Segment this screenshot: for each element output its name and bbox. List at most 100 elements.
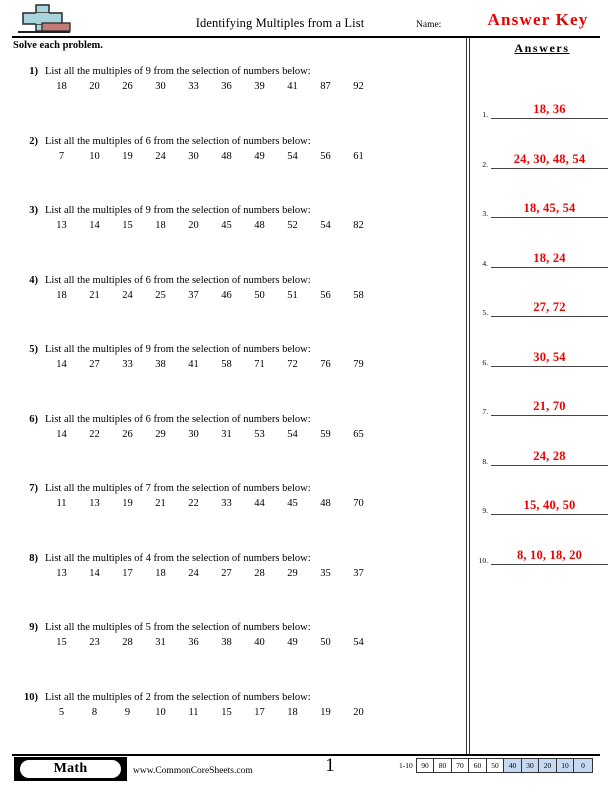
problem-number-choice[interactable]: 48 — [210, 151, 243, 162]
problem-number-choice[interactable]: 72 — [276, 359, 309, 370]
problem-number-choice[interactable]: 82 — [342, 220, 375, 231]
problem-number-choice[interactable]: 25 — [144, 290, 177, 301]
problem-number-choice[interactable]: 13 — [78, 498, 111, 509]
problem-number-choice[interactable]: 58 — [342, 290, 375, 301]
problem-number-choice[interactable]: 10 — [144, 707, 177, 718]
problem-number-choice[interactable]: 28 — [111, 637, 144, 648]
problem-number-choice[interactable]: 9 — [111, 707, 144, 718]
problem-number-choice[interactable]: 59 — [309, 429, 342, 440]
problem-number-choice[interactable]: 8 — [78, 707, 111, 718]
problem-number-choice[interactable]: 71 — [243, 359, 276, 370]
problem-number-choice[interactable]: 18 — [45, 81, 78, 92]
problem-number-choice[interactable]: 39 — [243, 81, 276, 92]
problem-number-choice[interactable]: 52 — [276, 220, 309, 231]
problem-number-choice[interactable]: 54 — [342, 637, 375, 648]
problem-number-choice[interactable]: 29 — [276, 568, 309, 579]
problem-number-choice[interactable]: 14 — [45, 359, 78, 370]
problem-number-choice[interactable]: 27 — [210, 568, 243, 579]
problem-number-choice[interactable]: 48 — [309, 498, 342, 509]
problem-number-choice[interactable]: 28 — [243, 568, 276, 579]
problem-number-choice[interactable]: 23 — [78, 637, 111, 648]
problem-number-choice[interactable]: 46 — [210, 290, 243, 301]
problem-number-choice[interactable]: 17 — [111, 568, 144, 579]
problem-number-choice[interactable]: 37 — [177, 290, 210, 301]
problem-number-choice[interactable]: 38 — [144, 359, 177, 370]
problem-number-choice[interactable]: 30 — [177, 429, 210, 440]
problem-number-choice[interactable]: 13 — [45, 220, 78, 231]
problem-number-choice[interactable]: 24 — [177, 568, 210, 579]
problem-number-choice[interactable]: 18 — [276, 707, 309, 718]
problem-number-choice[interactable]: 76 — [309, 359, 342, 370]
problem-number-choice[interactable]: 54 — [309, 220, 342, 231]
problem-number-choice[interactable]: 30 — [177, 151, 210, 162]
problem-number-choice[interactable]: 50 — [243, 290, 276, 301]
problem-number-choice[interactable]: 36 — [210, 81, 243, 92]
problem-number-choice[interactable]: 61 — [342, 151, 375, 162]
problem-number-choice[interactable]: 54 — [276, 429, 309, 440]
problem-number-choice[interactable]: 40 — [243, 637, 276, 648]
problem-number-choice[interactable]: 19 — [111, 498, 144, 509]
problem-number-choice[interactable]: 13 — [45, 568, 78, 579]
problem-number-choice[interactable]: 15 — [45, 637, 78, 648]
problem-number-choice[interactable]: 24 — [111, 290, 144, 301]
problem-number-choice[interactable]: 15 — [210, 707, 243, 718]
problem-number-choice[interactable]: 22 — [177, 498, 210, 509]
problem-number-choice[interactable]: 18 — [45, 290, 78, 301]
problem-number-choice[interactable]: 22 — [78, 429, 111, 440]
problem-number-choice[interactable]: 41 — [177, 359, 210, 370]
problem-number-choice[interactable]: 35 — [309, 568, 342, 579]
problem-number-choice[interactable]: 17 — [243, 707, 276, 718]
problem-number-choice[interactable]: 14 — [78, 220, 111, 231]
problem-number-choice[interactable]: 79 — [342, 359, 375, 370]
problem-number-choice[interactable]: 53 — [243, 429, 276, 440]
problem-number-choice[interactable]: 24 — [144, 151, 177, 162]
problem-number-choice[interactable]: 56 — [309, 151, 342, 162]
problem-number-choice[interactable]: 14 — [45, 429, 78, 440]
problem-number-choice[interactable]: 26 — [111, 429, 144, 440]
problem-number-choice[interactable]: 5 — [45, 707, 78, 718]
problem-number-choice[interactable]: 21 — [78, 290, 111, 301]
problem-number-choice[interactable]: 45 — [210, 220, 243, 231]
problem-number-choice[interactable]: 31 — [210, 429, 243, 440]
problem-number-choice[interactable]: 70 — [342, 498, 375, 509]
problem-number-choice[interactable]: 38 — [210, 637, 243, 648]
problem-number-choice[interactable]: 29 — [144, 429, 177, 440]
problem-number-choice[interactable]: 44 — [243, 498, 276, 509]
problem-number-choice[interactable]: 19 — [309, 707, 342, 718]
problem-number-choice[interactable]: 92 — [342, 81, 375, 92]
problem-number-choice[interactable]: 33 — [210, 498, 243, 509]
problem-number-choice[interactable]: 30 — [144, 81, 177, 92]
problem-number-choice[interactable]: 36 — [177, 637, 210, 648]
problem-number-choice[interactable]: 45 — [276, 498, 309, 509]
problem-number-choice[interactable]: 19 — [111, 151, 144, 162]
problem-number-choice[interactable]: 37 — [342, 568, 375, 579]
problem-number-choice[interactable]: 10 — [78, 151, 111, 162]
problem-number-choice[interactable]: 41 — [276, 81, 309, 92]
problem-number-choice[interactable]: 31 — [144, 637, 177, 648]
problem-number-choice[interactable]: 7 — [45, 151, 78, 162]
problem-number-choice[interactable]: 14 — [78, 568, 111, 579]
problem-number-choice[interactable]: 58 — [210, 359, 243, 370]
problem-number-choice[interactable]: 50 — [309, 637, 342, 648]
problem-number-choice[interactable]: 33 — [111, 359, 144, 370]
problem-number-choice[interactable]: 49 — [243, 151, 276, 162]
problem-number-choice[interactable]: 56 — [309, 290, 342, 301]
problem-number-choice[interactable]: 11 — [177, 707, 210, 718]
problem-number-choice[interactable]: 87 — [309, 81, 342, 92]
problem-number-choice[interactable]: 54 — [276, 151, 309, 162]
problem-number-choice[interactable]: 26 — [111, 81, 144, 92]
problem-number-choice[interactable]: 20 — [177, 220, 210, 231]
problem-number-choice[interactable]: 49 — [276, 637, 309, 648]
problem-number-choice[interactable]: 65 — [342, 429, 375, 440]
problem-number-choice[interactable]: 11 — [45, 498, 78, 509]
problem-number-choice[interactable]: 51 — [276, 290, 309, 301]
problem-number-choice[interactable]: 48 — [243, 220, 276, 231]
problem-number-choice[interactable]: 33 — [177, 81, 210, 92]
problem-number-choice[interactable]: 21 — [144, 498, 177, 509]
problem-number-choice[interactable]: 18 — [144, 568, 177, 579]
problem-number-choice[interactable]: 27 — [78, 359, 111, 370]
problem-number-choice[interactable]: 20 — [78, 81, 111, 92]
problem-number-choice[interactable]: 18 — [144, 220, 177, 231]
problem-number-choice[interactable]: 15 — [111, 220, 144, 231]
problem-number-choice[interactable]: 20 — [342, 707, 375, 718]
